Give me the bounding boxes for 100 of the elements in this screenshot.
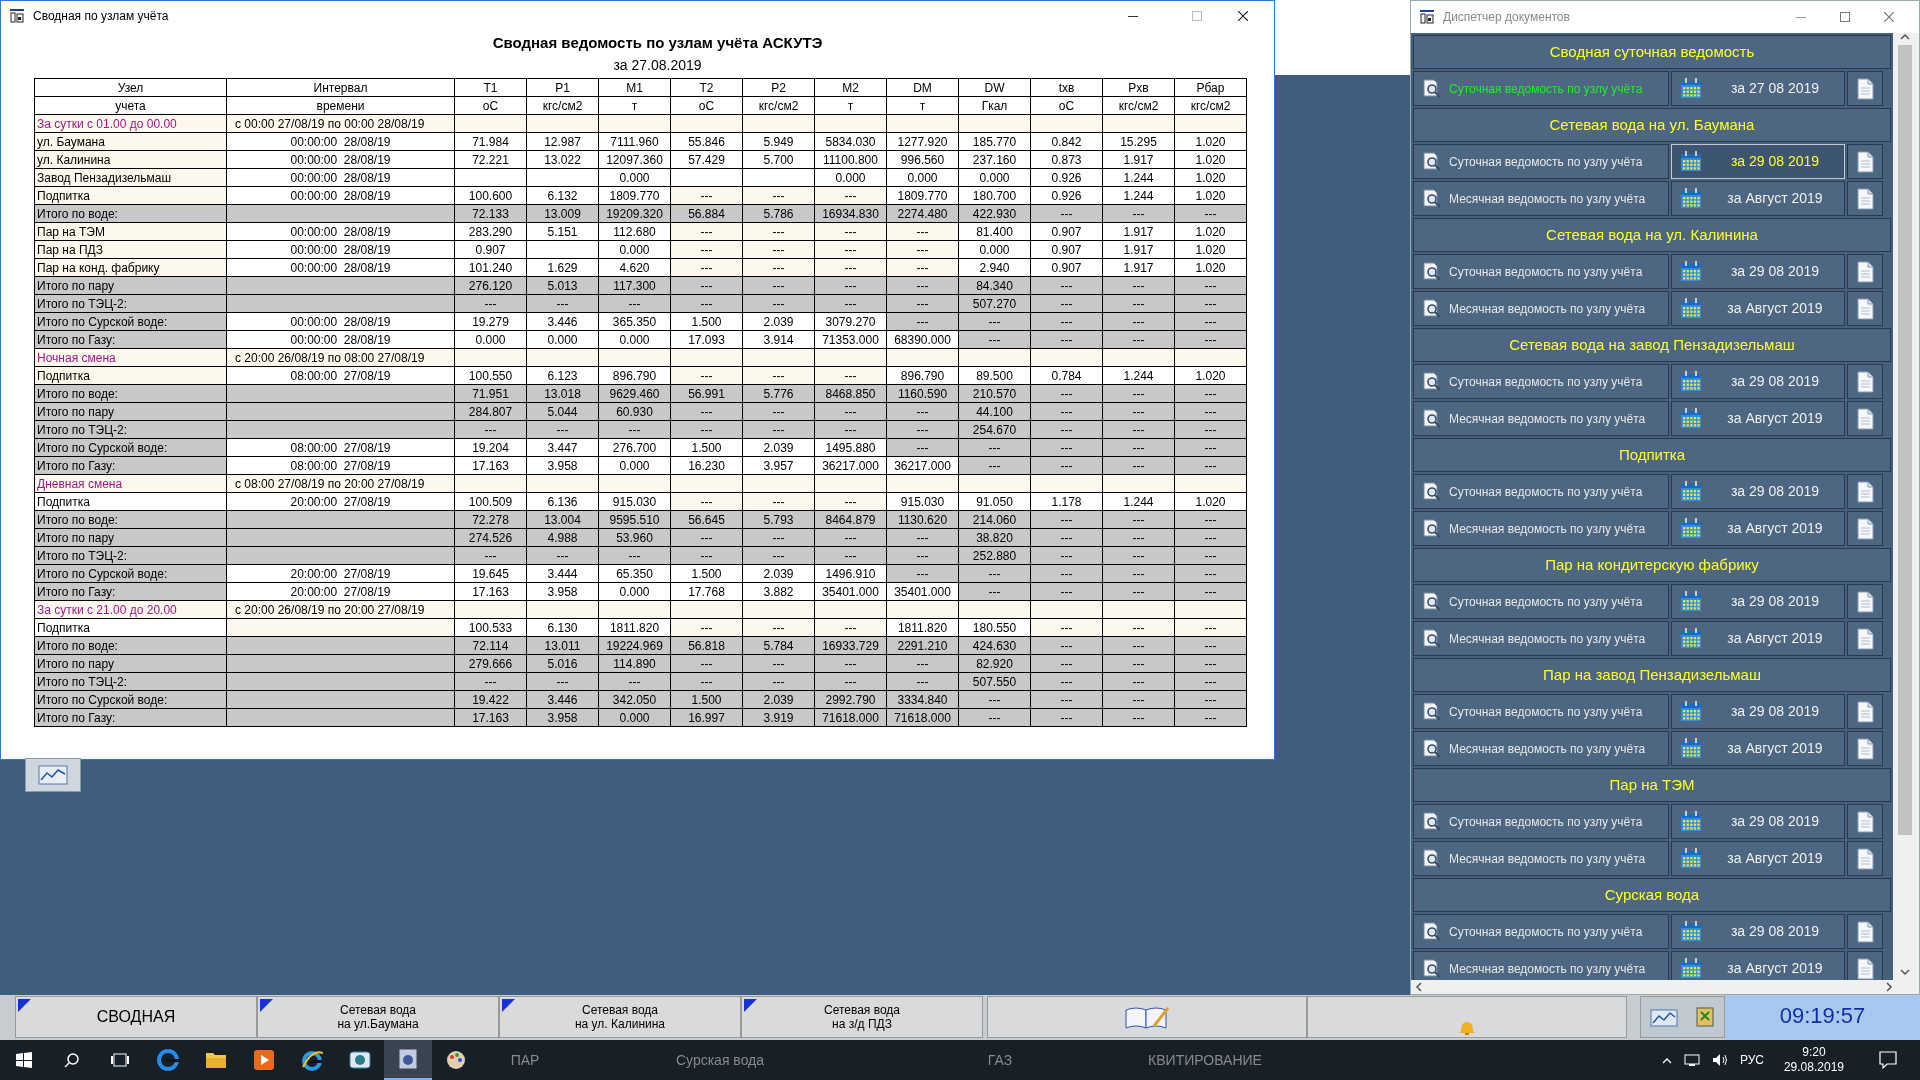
scroll-right-icon [1885, 982, 1893, 992]
report-button[interactable]: Суточная ведомость по узлу учёта [1413, 71, 1669, 106]
document-button[interactable] [1847, 291, 1883, 326]
document-button[interactable] [1847, 181, 1883, 216]
document-icon [1856, 187, 1874, 210]
document-app-icon [397, 1048, 419, 1070]
document-button[interactable] [1847, 914, 1883, 949]
calendar-icon [1680, 78, 1702, 99]
document-icon [1856, 847, 1874, 870]
date-button[interactable]: за Август 2019 [1671, 401, 1845, 436]
corner-flag-icon [502, 999, 515, 1012]
window-title: Диспетчер документов [1443, 9, 1570, 26]
tab-button[interactable]: СВОДНАЯ [15, 996, 257, 1038]
scroll-up-icon [1900, 33, 1910, 41]
column-header: M1 [598, 78, 671, 97]
document-button[interactable] [1847, 584, 1883, 619]
document-button[interactable] [1847, 951, 1883, 980]
report-button[interactable]: Суточная ведомость по узлу учёта [1413, 254, 1669, 289]
magnifier-document-icon [1422, 372, 1441, 391]
date-button[interactable]: за 29 08 2019 [1671, 804, 1845, 839]
document-button[interactable] [1847, 401, 1883, 436]
document-icon [1856, 627, 1874, 650]
report-button[interactable]: Месячная ведомость по узлу учёта [1413, 511, 1669, 546]
app-button-label: ГАЗ [986, 1050, 1014, 1070]
report-button[interactable]: Суточная ведомость по узлу учёта [1413, 474, 1669, 509]
document-button[interactable] [1847, 804, 1883, 839]
report-button[interactable]: Месячная ведомость по узлу учёта [1413, 291, 1669, 326]
date-button[interactable]: за 29 08 2019 [1671, 584, 1845, 619]
tab-button[interactable]: Сетевая вода на ул. Калинина [499, 996, 741, 1038]
date-button[interactable]: за 29 08 2019 [1671, 364, 1845, 399]
report-button[interactable]: Суточная ведомость по узлу учёта [1413, 694, 1669, 729]
date-button[interactable]: за Август 2019 [1671, 841, 1845, 876]
column-header: T1 [454, 78, 527, 97]
document-button[interactable] [1847, 254, 1883, 289]
report-button[interactable]: Месячная ведомость по узлу учёта [1413, 731, 1669, 766]
task-view-icon [111, 1052, 129, 1068]
report-button[interactable]: Месячная ведомость по узлу учёта [1413, 181, 1669, 216]
report-heading: Сводная ведомость по узлам учёта АСКУТЭ [492, 33, 823, 53]
magnifier-document-icon [1422, 739, 1441, 758]
monitor-button[interactable] [1640, 996, 1725, 1038]
report-date: за 27.08.2019 [613, 56, 702, 75]
report-button[interactable]: Месячная ведомость по узлу учёта [1413, 841, 1669, 876]
document-button[interactable] [1847, 474, 1883, 509]
date-button[interactable]: за 29 08 2019 [1671, 474, 1845, 509]
calendar-icon [1680, 848, 1702, 869]
magnifier-document-icon [1422, 189, 1441, 208]
calendar-icon [1680, 298, 1702, 319]
group-header: Пар на ТЭМ [1413, 768, 1891, 802]
report-button[interactable]: Суточная ведомость по узлу учёта [1413, 914, 1669, 949]
date-button[interactable]: за Август 2019 [1671, 291, 1845, 326]
windows-icon [16, 1052, 32, 1068]
document-icon [1856, 957, 1874, 980]
date-button[interactable]: за Август 2019 [1671, 951, 1845, 980]
document-button[interactable] [1847, 71, 1883, 106]
active-app-taskbar-icon[interactable] [384, 1040, 432, 1080]
document-button[interactable] [1847, 621, 1883, 656]
document-button[interactable] [1847, 841, 1883, 876]
report-button[interactable]: Месячная ведомость по узлу учёта [1413, 401, 1669, 436]
calendar-icon [1680, 261, 1702, 282]
journal-button[interactable] [987, 996, 1307, 1038]
date-button[interactable]: за Август 2019 [1671, 181, 1845, 216]
tab-button[interactable]: Сетевая вода на ул.Баумана [257, 996, 499, 1038]
close-icon [1238, 11, 1248, 21]
taskbar-clock[interactable]: 9:20 29.08.2019 [1775, 1045, 1852, 1075]
document-button[interactable] [1847, 731, 1883, 766]
report-button[interactable]: Суточная ведомость по узлу учёта [1413, 144, 1669, 179]
document-button[interactable] [1847, 694, 1883, 729]
scrollbar-thumb[interactable] [1898, 45, 1912, 835]
document-button[interactable] [1847, 364, 1883, 399]
magnifier-document-icon [1422, 299, 1441, 318]
book-pencil-icon [1124, 1004, 1170, 1030]
column-header: tхв [1030, 78, 1103, 97]
date-button[interactable]: за 29 08 2019 [1671, 914, 1845, 949]
document-button[interactable] [1847, 511, 1883, 546]
group-header: Сурская вода [1413, 878, 1891, 912]
tab-button[interactable]: Сетевая вода на з/д ПДЗ [741, 996, 983, 1038]
document-icon [1856, 260, 1874, 283]
document-icon [1856, 700, 1874, 723]
language-indicator[interactable]: РУС [1739, 1051, 1764, 1069]
report-button[interactable]: Суточная ведомость по узлу учёта [1413, 584, 1669, 619]
date-button[interactable]: за Август 2019 [1671, 621, 1845, 656]
magnifier-document-icon [1422, 812, 1441, 831]
date-button[interactable]: за 27 08 2019 [1671, 71, 1845, 106]
date-button[interactable]: за 29 08 2019 [1671, 254, 1845, 289]
document-icon [1856, 150, 1874, 173]
date-button[interactable]: за 29 08 2019 [1671, 694, 1845, 729]
scroll-left-icon [1415, 982, 1423, 992]
date-button[interactable]: за 29 08 2019 [1671, 144, 1845, 179]
report-button[interactable]: Суточная ведомость по узлу учёта [1413, 364, 1669, 399]
report-button[interactable]: Месячная ведомость по узлу учёта [1413, 621, 1669, 656]
chart-button[interactable] [25, 758, 81, 792]
report-button[interactable]: Суточная ведомость по узлу учёта [1413, 804, 1669, 839]
date-button[interactable]: за Август 2019 [1671, 731, 1845, 766]
report-button[interactable]: Месячная ведомость по узлу учёта [1413, 951, 1669, 980]
document-button[interactable] [1847, 144, 1883, 179]
group-header: Подпитка [1413, 438, 1891, 472]
column-header: P2 [742, 78, 815, 97]
column-header: M2 [814, 78, 887, 97]
document-icon [1856, 920, 1874, 943]
date-button[interactable]: за Август 2019 [1671, 511, 1845, 546]
